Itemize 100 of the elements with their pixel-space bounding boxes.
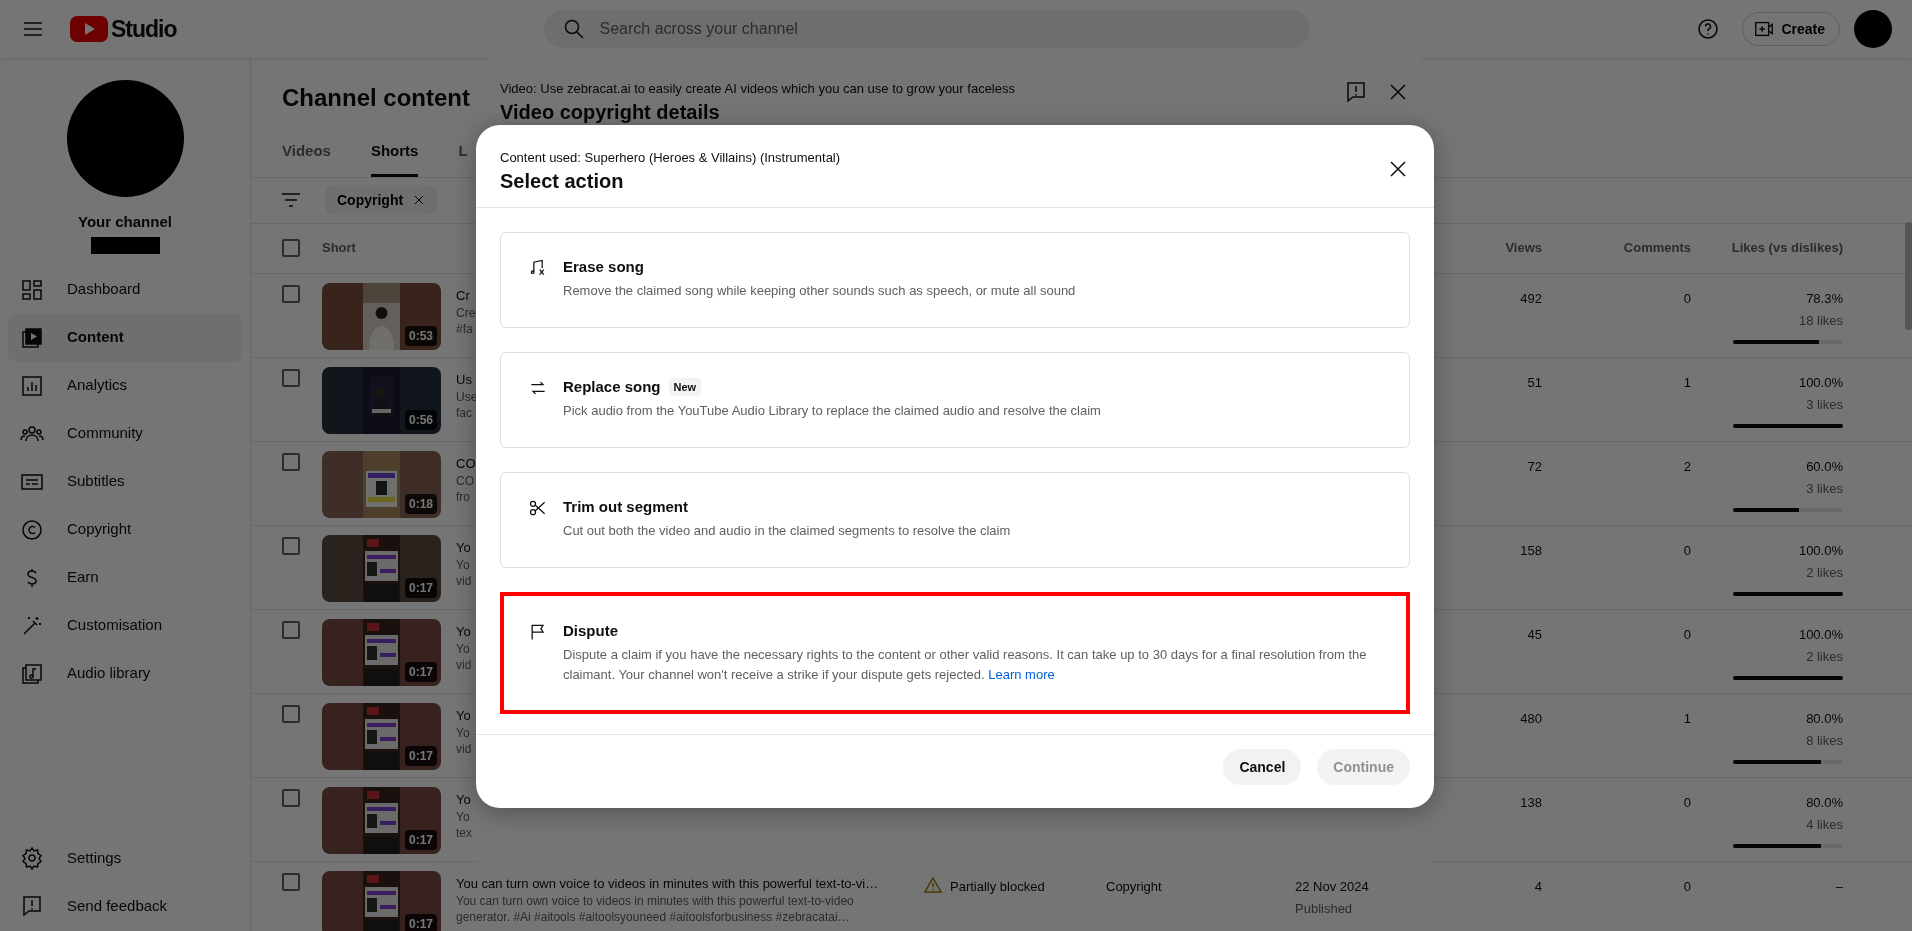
option-description: Cut out both the video and audio in the claimed segments to resolve the claim (563, 522, 1011, 540)
restriction-text: Partially blocked (950, 877, 1045, 896)
video-title[interactable]: You can turn own voice to videos in minutes with this powerful text-to-vi… (456, 875, 879, 891)
music-library-icon (20, 661, 44, 686)
date-text: 22 Nov 2024 (1295, 878, 1369, 894)
video-description: CO (456, 474, 474, 488)
views-count: 158 (1520, 542, 1542, 558)
avatar[interactable] (1854, 10, 1892, 48)
logo-text[interactable]: Studio (111, 11, 177, 47)
video-description: fro (456, 490, 470, 504)
checkbox[interactable] (282, 452, 300, 471)
logo-icon (70, 16, 108, 42)
column-header[interactable]: Views (1505, 240, 1542, 256)
video-description: You can turn own voice to videos in minutes with this powerful text-to-video (456, 894, 854, 908)
action-option[interactable] (500, 592, 1410, 714)
page-title: Channel content (282, 83, 470, 113)
analytics-icon (20, 373, 44, 398)
video-title[interactable]: Yo (456, 791, 471, 807)
checkbox[interactable] (282, 788, 300, 807)
video-description: Yo (456, 558, 470, 572)
likes-count: 2 likes (1806, 648, 1843, 666)
dashboard-icon (20, 277, 44, 302)
sidebar-item[interactable]: Earn (8, 553, 242, 602)
action-option[interactable]: Erase song Remove the claimed song while keeping other sounds such as speech, or mute all sound (500, 232, 1410, 328)
redaction-bar (90, 236, 160, 254)
sidebar-item[interactable]: Settings (8, 834, 242, 882)
dialog-title: Select action (500, 169, 625, 194)
sidebar-item[interactable]: Send feedback (8, 882, 242, 930)
views-count: 72 (1527, 458, 1542, 474)
video-description: fac (456, 406, 472, 420)
views-count: 480 (1520, 710, 1542, 726)
content-used-line: Content used: Superhero (Heroes & Villains) (Instrumental) (500, 149, 841, 167)
sidebar-item[interactable]: Community (8, 409, 242, 458)
comments-count: 0 (1683, 542, 1691, 558)
video-line: Video: Use zebracat.ai to easily create AI videos which you can use to grow your faceless (500, 80, 1015, 98)
column-header[interactable]: Short (322, 240, 356, 256)
help-icon (1696, 17, 1721, 41)
report-button[interactable] (1344, 80, 1368, 104)
action-option[interactable]: Replace song New Pick audio from the YouTube Audio Library to replace the claimed audio and resolve the claim (500, 352, 1410, 448)
checkbox[interactable] (282, 620, 300, 639)
comments-count: 0 (1683, 878, 1691, 894)
checkbox[interactable] (282, 239, 300, 257)
search-field[interactable]: Search across your channel (543, 10, 1310, 48)
video-description: Use (456, 390, 478, 404)
sidebar-item[interactable]: Dashboard (8, 265, 242, 314)
help-button[interactable] (1696, 17, 1721, 41)
likes-count: 4 likes (1806, 816, 1843, 834)
checkbox[interactable] (282, 704, 300, 723)
scrollbar-thumb[interactable] (1905, 222, 1912, 330)
action-option[interactable]: Trim out segment Cut out both the video and audio in the claimed segments to resolve the claim (500, 472, 1410, 568)
likes-percent: – (1835, 877, 1843, 896)
comments-count: 0 (1683, 794, 1691, 810)
sidebar-item[interactable]: Content (8, 313, 242, 362)
checkbox[interactable] (282, 872, 300, 891)
tab[interactable]: Shorts (370, 130, 419, 177)
option-title: Replace song (563, 377, 661, 397)
video-title[interactable]: Yo (456, 539, 471, 555)
option-title: Erase song (563, 257, 644, 277)
feedback-icon (20, 894, 44, 918)
video-description: Yo (456, 642, 470, 656)
sidebar-item[interactable]: Copyright (8, 505, 242, 554)
views-count: 492 (1520, 290, 1542, 306)
video-title[interactable]: Cr (456, 287, 470, 303)
video-description: Yo (456, 810, 470, 824)
video-description: Cre (456, 306, 476, 320)
dialog-button[interactable]: Cancel (1223, 749, 1302, 785)
video-title[interactable]: Yo (456, 623, 471, 639)
comments-count: 2 (1683, 458, 1691, 474)
likes-count: 8 likes (1806, 732, 1843, 750)
new-badge: New (668, 378, 702, 396)
learn-more-link[interactable]: Learn more (988, 667, 1055, 682)
scissors-icon (528, 498, 548, 518)
publish-status: Published (1295, 901, 1353, 916)
checkbox[interactable] (282, 368, 300, 387)
sidebar-item[interactable]: Customisation (8, 601, 242, 650)
create-button[interactable]: Create (1742, 12, 1840, 46)
copyright-icon (20, 517, 44, 542)
filter-chip[interactable]: Copyright (325, 185, 438, 215)
video-title[interactable]: Yo (456, 707, 471, 723)
video-title[interactable]: Us (456, 371, 472, 387)
tab[interactable]: Videos (282, 130, 331, 177)
comments-count: 1 (1683, 710, 1691, 726)
sidebar-item[interactable]: Analytics (8, 361, 242, 410)
checkbox[interactable] (282, 284, 300, 303)
tab[interactable]: L (458, 130, 468, 177)
video-title[interactable]: CO (456, 455, 476, 471)
likes-percent: 100.0% (1798, 625, 1843, 644)
channel-label: Your channel (78, 212, 172, 232)
sidebar-item[interactable]: Audio library (8, 649, 242, 698)
views-count: 138 (1520, 794, 1542, 810)
video-description: vid (456, 658, 472, 672)
feedback-icon (1344, 80, 1368, 104)
column-header[interactable]: Comments (1623, 240, 1691, 256)
video-description: vid (456, 742, 472, 756)
checkbox[interactable] (282, 536, 300, 555)
column-header[interactable]: Likes (vs dislikes) (1731, 240, 1843, 256)
comments-count: 0 (1683, 626, 1691, 642)
sidebar-item[interactable]: Subtitles (8, 457, 242, 506)
video-description: generator. #Ai #aitools #aitoolsyouneed #aitoolsforbusiness #zebracatai… (456, 910, 850, 924)
settings-icon (20, 846, 44, 870)
